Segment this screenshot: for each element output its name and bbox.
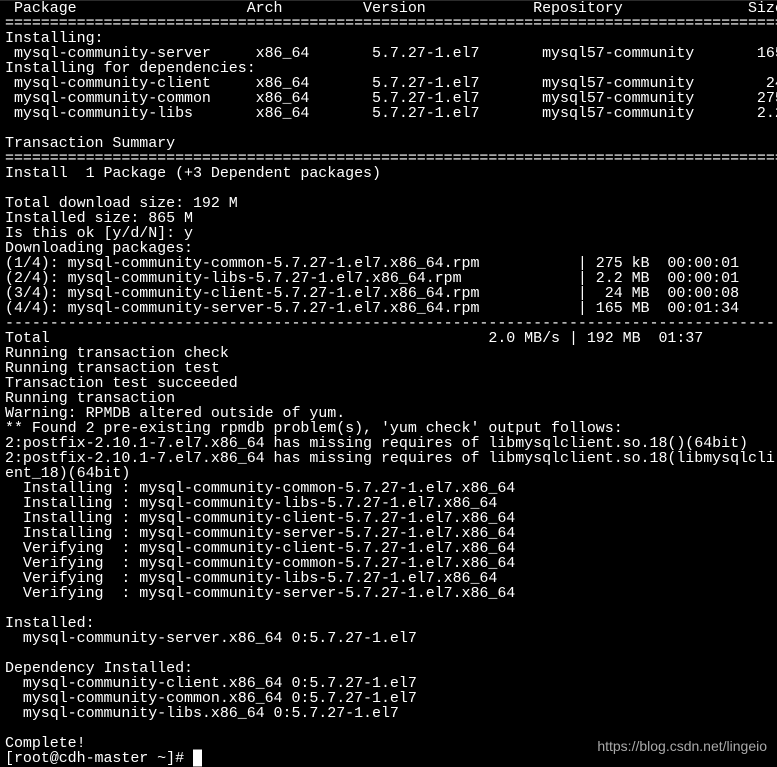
terminal-window[interactable]: Package Arch Version Repository Size ===… [0,0,777,767]
terminal-line: (4/4): mysql-community-server-5.7.27-1.e… [5,300,740,317]
text-cursor: █ [192,750,202,767]
terminal-line: Install 1 Package (+3 Dependent packages… [5,165,381,182]
terminal-line: Transaction Summary [5,135,176,152]
terminal-line: (2/4): mysql-community-libs-5.7.27-1.el7… [5,270,740,287]
terminal-line: Installing for dependencies: [5,60,256,77]
terminal-line: Verifying : mysql-community-libs-5.7.27-… [5,570,777,587]
terminal-line: mysql-community-client.x86_64 0:5.7.27-1… [5,675,417,692]
terminal-line: mysql-community-libs x86_64 5.7.27-1.el7… [5,105,777,122]
terminal-line: Running transaction check [5,345,229,362]
terminal-line: ** Found 2 pre-existing rpmdb problem(s)… [5,420,623,437]
terminal-line: Verifying : mysql-community-common-5.7.2… [5,555,777,572]
terminal-line: Complete! [5,735,86,752]
terminal-line: 2:postfix-2.10.1-7.el7.x86_64 has missin… [5,435,748,452]
terminal-line: Is this ok [y/d/N]: y [5,225,193,242]
terminal-line: Installed size: 865 M [5,210,193,227]
terminal-line: Running transaction test [5,360,220,377]
terminal-line: (3/4): mysql-community-client-5.7.27-1.e… [5,285,740,302]
terminal-line: Dependency Installed: [5,660,193,677]
terminal-line: ent_18)(64bit) [5,465,131,482]
terminal-line: mysql-community-server.x86_64 0:5.7.27-1… [5,630,417,647]
terminal-line: Installing : mysql-community-client-5.7.… [5,510,777,527]
terminal-line: (1/4): mysql-community-common-5.7.27-1.e… [5,255,740,272]
watermark: https://blog.csdn.net/lingeio [597,738,767,754]
terminal-line: Installing : mysql-community-libs-5.7.27… [5,495,777,512]
terminal-line: mysql-community-libs.x86_64 0:5.7.27-1.e… [5,705,399,722]
terminal-line: Installing: [5,30,104,47]
terminal-line: Transaction test succeeded [5,375,238,392]
command-prompt-line[interactable]: [root@cdh-master ~]# █ [5,751,202,766]
terminal-line: Installed: [5,615,95,632]
terminal-line: Installing : mysql-community-server-5.7.… [5,525,777,542]
terminal-line: 2:postfix-2.10.1-7.el7.x86_64 has missin… [5,450,775,467]
terminal-line: ========================================… [5,150,777,167]
terminal-line: Total 2.0 MB/s | 192 MB 01:37 [5,330,704,347]
terminal-line: mysql-community-common.x86_64 0:5.7.27-1… [5,690,417,707]
terminal-line: mysql-community-common x86_64 5.7.27-1.e… [5,90,777,107]
terminal-line: Total download size: 192 M [5,195,238,212]
terminal-line: Running transaction [5,390,176,407]
command-prompt: [root@cdh-master ~]# [5,750,193,767]
terminal-line: Warning: RPMDB altered outside of yum. [5,405,346,422]
terminal-line: Verifying : mysql-community-server-5.7.2… [5,585,777,602]
terminal-line: ========================================… [5,15,777,32]
terminal-line: Verifying : mysql-community-client-5.7.2… [5,540,777,557]
terminal-line: ----------------------------------------… [5,315,777,332]
terminal-line: mysql-community-client x86_64 5.7.27-1.e… [5,75,777,92]
terminal-line: mysql-community-server x86_64 5.7.27-1.e… [5,45,777,62]
terminal-line: Downloading packages: [5,240,193,257]
terminal-line: Installing : mysql-community-common-5.7.… [5,480,777,497]
terminal-line: Package Arch Version Repository Size [5,0,777,17]
